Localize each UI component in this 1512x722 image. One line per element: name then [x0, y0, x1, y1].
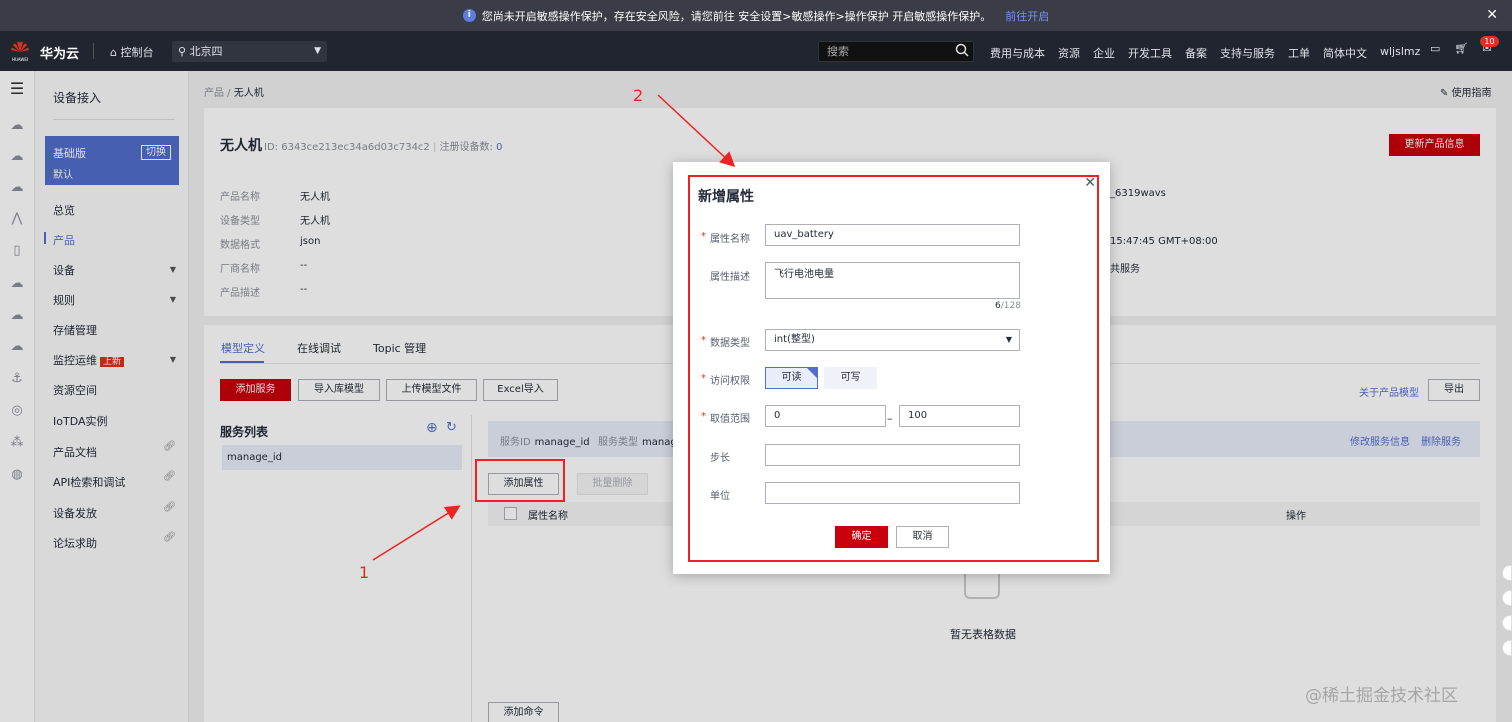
arrow-to-add-property [372, 505, 461, 561]
annotation-number-1: 1 [359, 563, 370, 582]
annotation-arrows [372, 94, 736, 561]
annotation-number-2: 2 [633, 86, 644, 105]
arrow-to-dialog [657, 94, 736, 168]
watermark: @稀土掘金技术社区 [1305, 686, 1458, 706]
